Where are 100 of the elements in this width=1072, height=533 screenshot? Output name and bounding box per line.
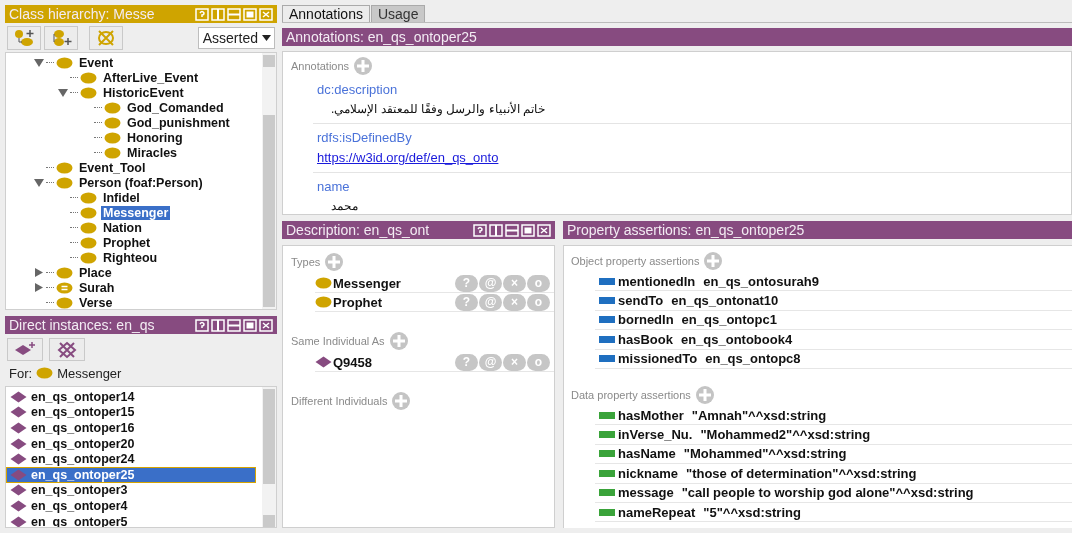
property-name[interactable]: bornedIn — [618, 312, 674, 328]
property-value[interactable]: en_qs_ontobook4 — [680, 331, 793, 347]
individual-icon — [315, 356, 332, 368]
property-name[interactable]: missionedTo — [618, 351, 698, 367]
tree-item[interactable]: Righteou — [101, 250, 160, 265]
add-individual-button[interactable] — [7, 338, 43, 361]
property-value[interactable]: "Mohammed2"^^xsd:string — [700, 427, 871, 443]
annotation-property[interactable]: name — [317, 179, 1071, 194]
class-icon — [80, 71, 97, 84]
property-name[interactable]: nameRepeat — [618, 504, 696, 520]
individual-icon — [10, 390, 27, 403]
tree-item[interactable]: Miracles — [125, 145, 180, 160]
property-value[interactable]: en_qs_ontopc1 — [681, 312, 777, 328]
property-name[interactable]: mentionedIn — [618, 273, 696, 289]
tree-item[interactable]: God_punishment — [125, 115, 232, 130]
delete-individual-button[interactable] — [49, 338, 85, 361]
tree-item[interactable]: Infidel — [101, 190, 142, 205]
class-icon — [56, 266, 73, 279]
property-name[interactable]: nickname — [618, 465, 678, 481]
tree-item[interactable]: AfterLive_Event — [101, 70, 201, 85]
property-value[interactable]: "call people to worship god alone"^^xsd:string — [681, 485, 974, 501]
add-subclass-button[interactable] — [7, 25, 41, 50]
annotation-link[interactable]: https://w3id.org/def/en_qs_onto — [317, 150, 499, 165]
help-icon[interactable] — [195, 317, 209, 333]
scrollbar[interactable] — [262, 387, 276, 527]
maximize-icon[interactable] — [243, 317, 257, 333]
object-property-icon — [599, 277, 615, 285]
property-value[interactable]: en_qs_ontosurah9 — [703, 273, 819, 289]
class-icon — [104, 131, 121, 144]
split-vertical-icon[interactable] — [211, 317, 225, 333]
property-name[interactable]: inVerse_Nu. — [618, 427, 693, 443]
property-value[interactable]: en_qs_ontonat10 — [671, 293, 779, 309]
property-name[interactable]: message — [618, 485, 674, 501]
annotation-property[interactable]: rdfs:isDefinedBy — [317, 130, 1071, 145]
tab[interactable]: Annotations — [282, 5, 370, 22]
tab[interactable]: Usage — [370, 5, 426, 22]
add-sibling-button[interactable] — [44, 25, 78, 50]
property-name[interactable]: hasBook — [618, 331, 673, 347]
split-vertical-icon[interactable] — [489, 222, 503, 238]
panel-title: Class hierarchy: Messe — [9, 6, 156, 22]
tree-item[interactable]: Nation — [101, 220, 144, 235]
class-name: Messenger — [57, 365, 122, 381]
property-value[interactable]: "Amnah"^^xsd:string — [691, 407, 827, 423]
split-horizontal-icon[interactable] — [227, 317, 241, 333]
tree-item[interactable]: Place — [77, 265, 114, 280]
class-icon — [80, 191, 97, 204]
data-property-icon — [599, 489, 615, 497]
property-value[interactable]: "those of determination"^^xsd:string — [686, 465, 917, 481]
property-name[interactable]: hasMother — [618, 407, 684, 423]
object-property-icon — [599, 316, 615, 324]
tree-item[interactable]: Surah — [77, 280, 117, 295]
scrollbar[interactable] — [262, 53, 276, 309]
tree-item[interactable]: Event — [77, 55, 116, 70]
expander-icon[interactable] — [34, 178, 44, 187]
list-item[interactable]: en_qs_ontoper25 — [6, 466, 256, 483]
tree-item[interactable]: Honoring — [125, 130, 185, 145]
list-item[interactable]: en_qs_ontoper24 — [6, 451, 256, 467]
maximize-icon[interactable] — [521, 222, 535, 238]
property-value[interactable]: en_qs_ontopc8 — [705, 351, 801, 367]
close-icon[interactable] — [537, 222, 551, 238]
tree-item[interactable]: Person (foaf:Person) — [77, 175, 205, 190]
class-icon — [104, 101, 121, 114]
add-subclass-icon — [13, 28, 35, 47]
class-icon — [56, 176, 73, 189]
tree-item[interactable]: Event_Tool — [77, 160, 148, 175]
help-icon[interactable] — [473, 222, 487, 238]
property-value[interactable]: "5"^^xsd:string — [703, 504, 801, 520]
object-property-icon — [599, 297, 615, 305]
property-name[interactable]: hasName — [618, 446, 676, 462]
list-item[interactable]: en_qs_ontoper16 — [6, 420, 256, 436]
tree-item[interactable]: Messenger — [101, 205, 171, 220]
list-item[interactable]: en_qs_ontoper3 — [6, 482, 256, 499]
defined-class-icon — [56, 281, 73, 294]
property-name[interactable]: sendTo — [618, 293, 664, 309]
tree-item[interactable]: God_Comanded — [125, 100, 226, 115]
annotation-value: محمد — [331, 199, 358, 213]
class-icon — [80, 236, 97, 249]
expander-icon[interactable] — [34, 58, 44, 67]
class-icon — [80, 251, 97, 264]
class-icon — [56, 161, 73, 174]
list-item[interactable]: en_qs_ontoper15 — [6, 404, 256, 421]
class-icon — [315, 277, 332, 289]
close-icon[interactable] — [259, 317, 273, 333]
panel-title: Property assertions: en_qs_ontoper25 — [567, 222, 806, 238]
annotation-property[interactable]: dc:description — [317, 82, 1071, 97]
list-item[interactable]: en_qs_ontoper14 — [6, 389, 256, 405]
tree-item[interactable]: Verse — [77, 295, 115, 309]
view-dropdown[interactable]: Asserted — [197, 26, 275, 49]
expander-icon[interactable] — [58, 88, 68, 97]
expander-icon[interactable] — [34, 283, 44, 292]
split-horizontal-icon[interactable] — [505, 222, 519, 238]
data-property-icon — [599, 450, 615, 458]
class-icon — [56, 56, 73, 69]
property-value[interactable]: "Mohammed"^^xsd:string — [683, 446, 847, 462]
tree-item[interactable]: Prophet — [101, 235, 153, 250]
tree-item[interactable]: HistoricEvent — [101, 85, 186, 100]
object-property-icon — [599, 355, 615, 363]
list-item[interactable]: en_qs_ontoper20 — [6, 435, 256, 452]
list-item[interactable]: en_qs_ontoper4 — [6, 498, 256, 514]
expander-icon[interactable] — [34, 268, 44, 277]
